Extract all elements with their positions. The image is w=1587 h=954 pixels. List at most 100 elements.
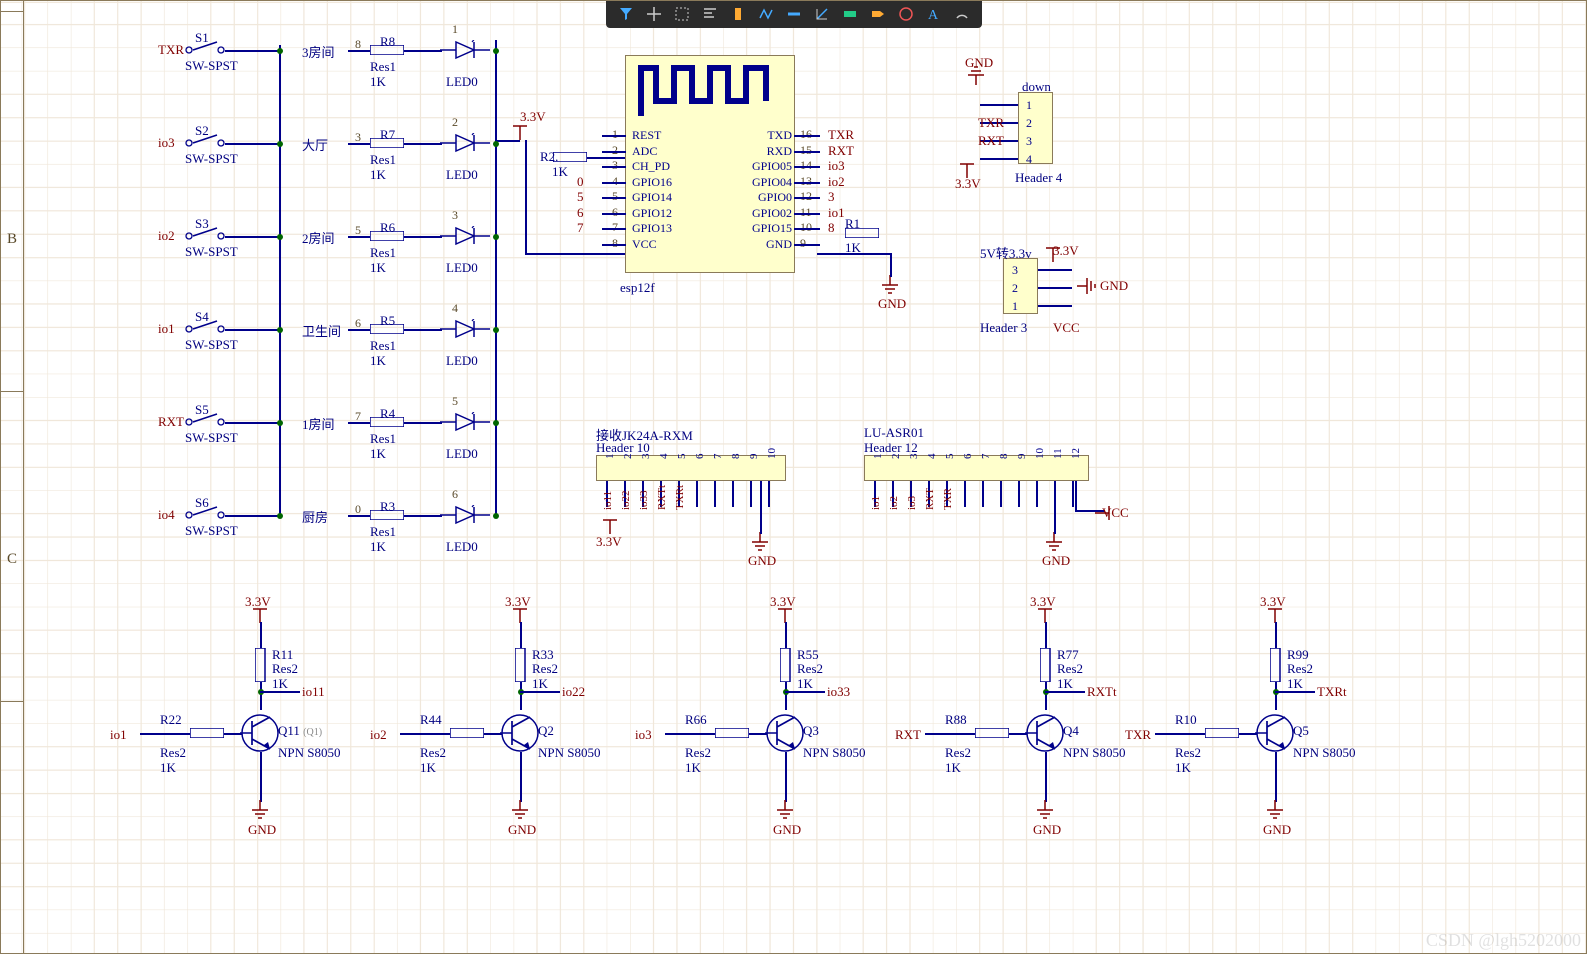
gnd-icon [880, 275, 900, 297]
wire [1275, 691, 1315, 693]
component-label: Res2 [945, 745, 971, 761]
component-label: 1K [370, 167, 386, 183]
wire [794, 228, 820, 230]
component-label: Res1 [370, 59, 396, 75]
component-led[interactable] [440, 133, 496, 157]
component-resistor[interactable] [255, 648, 267, 682]
wire [1009, 733, 1027, 735]
wire [890, 253, 892, 277]
net-label: 8 [828, 220, 835, 236]
wire [1045, 752, 1047, 802]
component-switch[interactable] [185, 133, 227, 149]
component-label: 1K [420, 760, 436, 776]
component-label: down [1022, 79, 1051, 95]
mcu-pinname: GPIO04 [732, 175, 792, 190]
component-led[interactable] [440, 319, 496, 343]
component-switch[interactable] [185, 319, 227, 335]
component-led[interactable] [440, 40, 496, 64]
component-switch[interactable] [185, 226, 227, 242]
component-resistor[interactable] [515, 648, 527, 682]
component-label: LED0 [446, 167, 478, 183]
net-label: io2 [370, 727, 387, 743]
component-npn[interactable] [240, 713, 282, 755]
wire [749, 733, 767, 735]
antenna-icon [626, 56, 796, 121]
component-label: R4 [380, 406, 395, 422]
pin-number: 4 [452, 301, 458, 316]
room-label: 厨房 [302, 507, 328, 526]
wire [1045, 691, 1085, 693]
component-npn[interactable] [500, 713, 542, 755]
mcu-pinname: GPIO16 [632, 175, 672, 190]
header-pin: 7 [712, 454, 724, 460]
net-label: TXRt [1317, 684, 1347, 700]
component-label: LU-ASR01 [864, 425, 924, 441]
component-npn[interactable] [1025, 713, 1067, 755]
mcu-pinname: GPIO13 [632, 221, 672, 236]
wire [225, 422, 281, 424]
component-label: LED0 [446, 260, 478, 276]
net-label: io1 [828, 205, 845, 221]
component-label: Q3 [803, 723, 819, 739]
net-label: io2 [158, 228, 175, 244]
net-label: RXT [828, 143, 854, 159]
component-resistor[interactable] [1270, 648, 1282, 682]
junction [493, 234, 499, 240]
wire [348, 236, 370, 238]
wire [964, 481, 966, 507]
wire [225, 236, 281, 238]
component-resistor[interactable] [1040, 648, 1052, 682]
wire [404, 50, 442, 52]
component-led[interactable] [440, 505, 496, 529]
wire [768, 481, 770, 507]
room-label: 2房间 [302, 228, 335, 247]
net-label: GND [1263, 822, 1291, 838]
mcu-pinname: RXD [732, 144, 792, 159]
component-switch[interactable] [185, 412, 227, 428]
wire [602, 244, 626, 246]
component-label: Res2 [532, 661, 558, 677]
net-label: GND [748, 553, 776, 569]
net-label: io3 [635, 727, 652, 743]
gnd-icon [750, 532, 770, 554]
component-switch[interactable] [185, 40, 227, 56]
component-label: NPN S8050 [1063, 745, 1126, 761]
component-label: R6 [380, 220, 395, 236]
component-resistor[interactable] [450, 728, 484, 738]
header-pin: 10 [766, 448, 778, 459]
component-resistor[interactable] [780, 648, 792, 682]
component-label: R2. [540, 149, 558, 165]
component-label: Q2 [538, 723, 554, 739]
component-led[interactable] [440, 226, 496, 250]
component-header3[interactable] [1003, 258, 1038, 314]
wire [224, 733, 242, 735]
net-label: RXTt [1087, 684, 1117, 700]
gnd-icon [1077, 276, 1099, 296]
wire [510, 122, 530, 142]
wire [1018, 481, 1020, 507]
component-led[interactable] [440, 412, 496, 436]
component-label: SW-SPST [185, 244, 238, 260]
component-label: LED0 [446, 539, 478, 555]
component-resistor[interactable] [975, 728, 1009, 738]
mcu-pinname: ADC [632, 144, 657, 159]
component-label: 1K [272, 676, 288, 692]
component-label: 1K [1057, 676, 1073, 692]
component-header4[interactable] [1018, 92, 1053, 164]
component-label: LED0 [446, 353, 478, 369]
component-resistor[interactable] [715, 728, 749, 738]
component-label: Header 3 [980, 320, 1027, 336]
component-resistor[interactable] [190, 728, 224, 738]
net-label: TXR [978, 115, 1004, 131]
room-label: 大厅 [302, 135, 328, 154]
component-resistor[interactable] [1205, 728, 1239, 738]
wire [348, 329, 370, 331]
component-label: 1K [370, 539, 386, 555]
component-npn[interactable] [765, 713, 807, 755]
wire [404, 515, 442, 517]
component-switch[interactable] [185, 505, 227, 521]
wire [1038, 305, 1072, 307]
junction [493, 48, 499, 54]
component-npn[interactable] [1255, 713, 1297, 755]
net-label: GND [1042, 553, 1070, 569]
